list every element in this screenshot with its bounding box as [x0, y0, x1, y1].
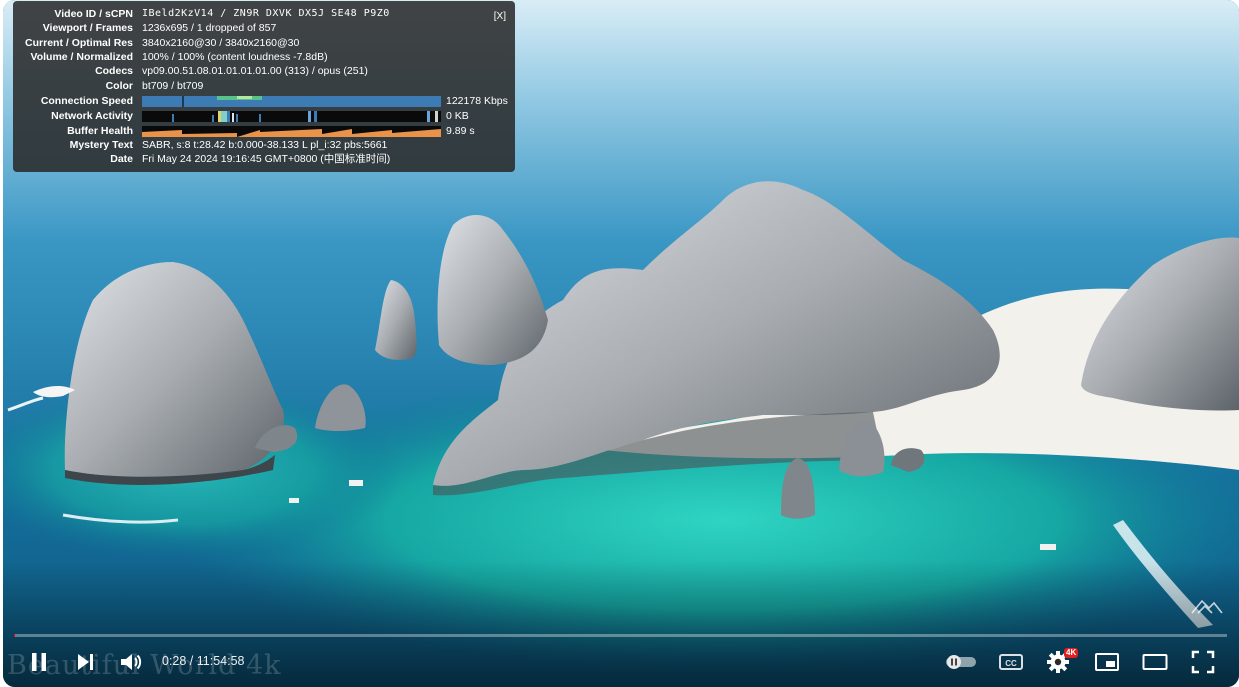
stats-label: Current / Optimal Res [25, 37, 133, 49]
stats-value: 100% / 100% (content loudness -7.8dB) [142, 51, 328, 63]
video-player[interactable]: [X] Video ID / sCPN IBeld2KzV14 / ZN9R D… [3, 0, 1239, 687]
stats-value: 122178 Kbps [446, 95, 508, 107]
connection-speed-graph [142, 96, 441, 107]
network-activity-graph [142, 111, 441, 122]
stats-label: Connection Speed [40, 95, 133, 107]
channel-logo-icon [1191, 599, 1223, 614]
miniplayer-icon[interactable] [1094, 649, 1120, 675]
stats-value: bt709 / bt709 [142, 80, 204, 92]
stats-value: 9.89 s [446, 125, 475, 137]
stats-value: SABR, s:8 t:28.42 b:0.000-38.133 L pl_i:… [142, 139, 388, 151]
stats-label: Codecs [95, 65, 133, 77]
stats-label: Buffer Health [67, 125, 133, 137]
theater-mode-icon[interactable] [1142, 649, 1168, 675]
buffer-health-graph [142, 126, 441, 137]
stats-label: Volume / Normalized [30, 51, 134, 63]
stats-label: Video ID / sCPN [54, 8, 133, 20]
quality-badge: 4K [1064, 648, 1079, 658]
stats-value: 0 KB [446, 110, 469, 122]
stats-label: Color [105, 80, 133, 92]
subtitles-icon[interactable]: CC [998, 649, 1024, 675]
autoplay-toggle-icon[interactable] [944, 649, 978, 675]
fullscreen-icon[interactable] [1190, 649, 1216, 675]
stats-close-button[interactable]: [X] [494, 10, 506, 25]
volume-icon[interactable] [118, 649, 144, 675]
stats-label: Mystery Text [69, 139, 133, 151]
stats-value: vp09.00.51.08.01.01.01.01.00 (313) / opu… [142, 65, 368, 77]
stats-value: 3840x2160@30 / 3840x2160@30 [142, 37, 300, 49]
stats-value: Fri May 24 2024 19:16:45 GMT+0800 (中国标准时… [142, 153, 391, 165]
stats-label: Network Activity [51, 110, 133, 122]
stats-for-nerds-panel: [X] Video ID / sCPN IBeld2KzV14 / ZN9R D… [13, 1, 515, 172]
next-icon[interactable] [72, 649, 98, 675]
stats-value: 1236x695 / 1 dropped of 857 [142, 22, 277, 34]
stats-value: IBeld2KzV14 / ZN9R DXVK DX5J SE48 P9Z0 [142, 8, 390, 19]
time-display: 0:28 / 11:54:58 [162, 654, 245, 668]
progress-played [14, 634, 15, 637]
progress-bar[interactable] [14, 634, 1227, 637]
pause-icon[interactable] [26, 649, 52, 675]
svg-text:CC: CC [1005, 659, 1017, 668]
stats-label: Date [110, 153, 133, 165]
stats-label: Viewport / Frames [42, 22, 133, 34]
